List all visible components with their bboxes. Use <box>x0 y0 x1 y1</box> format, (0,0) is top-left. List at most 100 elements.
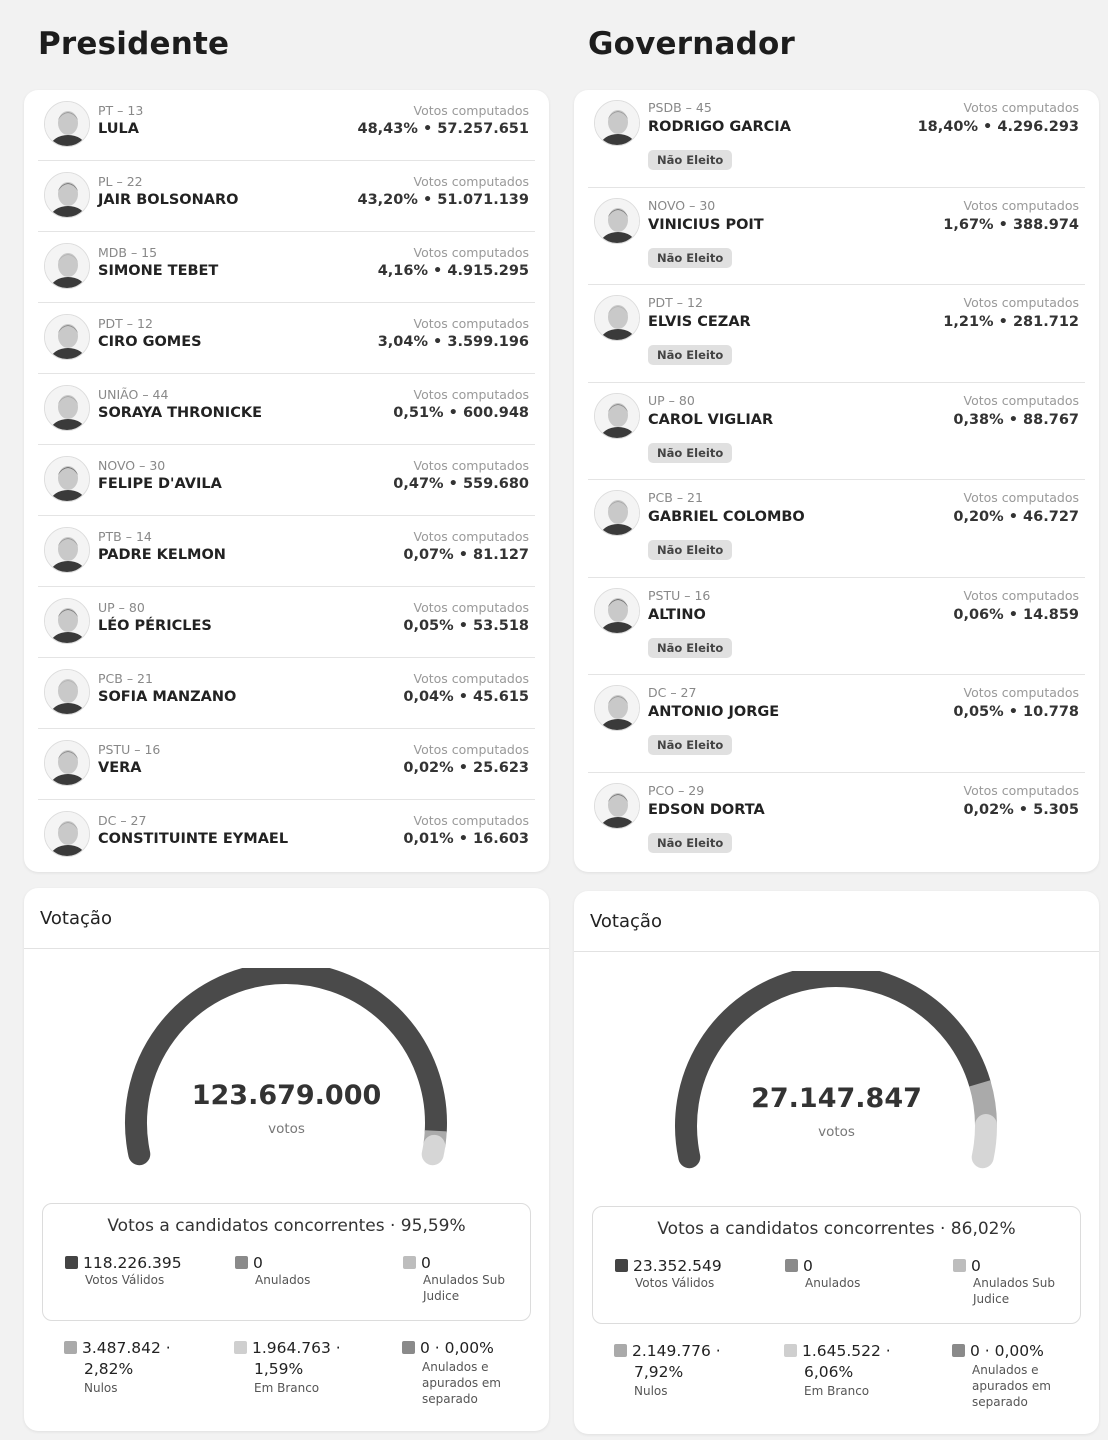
stat-label: Votos Válidos <box>85 1273 165 1287</box>
candidate-party: UNIÃO – 44 <box>98 387 169 402</box>
candidate-row[interactable]: PDT – 12 CIRO GOMES Votos computados 3,04% … <box>38 303 535 374</box>
stat-value: 1.645.522 · <box>802 1342 891 1360</box>
candidate-row[interactable]: NOVO – 30 FELIPE D'AVILA Votos computados 0… <box>38 445 535 516</box>
status-badge: Não Eleito <box>648 150 733 170</box>
stat-label: Em Branco <box>804 1384 870 1398</box>
stat-label: Nulos <box>634 1384 668 1398</box>
votes-label: Votos computados <box>963 782 1079 798</box>
stat-item: 118.226.395 Votos Válidos <box>65 1254 182 1288</box>
votes-label: Votos computados <box>413 813 529 828</box>
candidate-row[interactable]: UP – 80 LÉO PÉRICLES Votos computados 0,05%… <box>38 587 535 658</box>
candidate-party: PSDB – 45 <box>648 100 712 115</box>
candidate-party: PTB – 14 <box>98 529 152 544</box>
stat-percent: 6,06% <box>804 1363 854 1381</box>
stat-value: 3.487.842 · <box>82 1339 171 1357</box>
candidate-votes: 43,20% • 51.071.139 <box>357 192 530 208</box>
candidate-party: DC – 27 <box>648 685 697 700</box>
legend-swatch <box>952 1344 965 1357</box>
candidate-party: NOVO – 30 <box>98 458 166 473</box>
presidente-column: Presidente PT – 13 LULA Votos computados 48… <box>24 0 549 872</box>
candidate-name: JAIR BOLSONARO <box>98 192 239 208</box>
candidate-name: LULA <box>98 121 139 137</box>
stat-item: 0 · 0,00% Anulados e apurados em separado <box>952 1341 1062 1410</box>
status-badge: Não Eleito <box>648 832 733 853</box>
status-badge: Não Eleito <box>648 442 733 463</box>
votes-label: Votos computados <box>963 685 1079 700</box>
candidate-row[interactable]: PSTU – 16 VERA Votos computados 0,02% • 25.… <box>38 729 535 800</box>
legend-swatch <box>64 1341 77 1354</box>
candidate-votes: 3,04% • 3.599.196 <box>377 334 529 350</box>
candidate-row[interactable]: PL – 22 JAIR BOLSONARO Votos computados 43,… <box>38 161 535 232</box>
candidate-name: CIRO GOMES <box>98 334 202 350</box>
votes-gauge <box>125 968 447 1166</box>
candidate-votes: 0,04% • 45.615 <box>403 689 529 705</box>
candidate-votes: 0,05% • 53.518 <box>403 618 529 634</box>
candidate-name: ELVIS CEZAR <box>648 314 751 330</box>
votes-label: Votos computados <box>413 458 529 473</box>
stat-item: 0 Anulados <box>235 1254 345 1288</box>
stat-value: 0 · 0,00% <box>970 1342 1044 1360</box>
candidate-row[interactable]: UP – 80 CAROL VIGLIAR Votos computados 0,38… <box>588 383 1085 480</box>
legend-swatch <box>953 1259 966 1272</box>
candidate-party: NOVO – 30 <box>648 197 716 213</box>
candidate-name: EDSON DORTA <box>648 801 765 818</box>
total-votes-unit: votos <box>268 1121 305 1137</box>
votes-label: Votos computados <box>413 316 529 331</box>
candidate-row[interactable]: PCO – 29 EDSON DORTA Votos computados 0,02%… <box>588 773 1085 871</box>
votes-label: Votos computados <box>963 100 1079 115</box>
gauge-branco-segment <box>421 1134 446 1166</box>
candidate-votes: 0,01% • 16.603 <box>403 831 529 847</box>
votes-label: Votos computados <box>413 600 529 615</box>
candidate-row[interactable]: PSDB – 45 RODRIGO GARCIA Votos computados 1… <box>588 90 1085 188</box>
candidate-name: RODRIGO GARCIA <box>648 119 791 135</box>
candidate-name: SIMONE TEBET <box>98 263 219 279</box>
candidate-row[interactable]: PSTU – 16 ALTINO Votos computados 0,06% • 1… <box>588 578 1085 675</box>
stat-item: 0 Anulados <box>785 1257 895 1291</box>
legend-swatch <box>402 1341 415 1354</box>
stat-item: 0 · 0,00% Anulados e apurados em separado <box>402 1338 512 1407</box>
valid-votes-box: Votos a candidatos concorrentes · 95,59%… <box>42 1203 531 1321</box>
candidate-avatar-icon <box>44 314 90 360</box>
candidate-row[interactable]: MDB – 15 SIMONE TEBET Votos computados 4,16… <box>38 232 535 303</box>
candidate-row[interactable]: PTB – 14 PADRE KELMON Votos computados 0,07… <box>38 516 535 587</box>
governador-votacao-card: Votação 27.147.847 votos Votos a candidatos… <box>574 891 1099 1434</box>
votes-label: Votos computados <box>413 742 529 757</box>
votes-label: Votos computados <box>413 671 529 686</box>
votes-label: Votos computados <box>963 587 1079 603</box>
votes-gauge <box>675 971 997 1169</box>
candidate-row[interactable]: PDT – 12 ELVIS CEZAR Votos computados 1,21%… <box>588 285 1085 383</box>
candidate-row[interactable]: PCB – 21 GABRIEL COLOMBO Votos computados 0… <box>588 480 1085 578</box>
candidate-row[interactable]: DC – 27 ANTONIO JORGE Votos computados 0,05… <box>588 675 1085 773</box>
legend-swatch <box>65 1256 78 1269</box>
candidate-party: UP – 80 <box>98 600 145 615</box>
stat-label: Anulados Sub Judice <box>973 1276 1055 1306</box>
candidate-votes: 0,38% • 88.767 <box>953 411 1079 428</box>
candidate-party: DC – 27 <box>98 813 147 828</box>
legend-swatch <box>785 1259 798 1272</box>
candidate-row[interactable]: PT – 13 LULA Votos computados 48,43% • 57.2… <box>38 90 535 161</box>
candidate-row[interactable]: PCB – 21 SOFIA MANZANO Votos computados 0,0… <box>38 658 535 729</box>
votes-label: Votos computados <box>413 529 529 544</box>
status-badge: Não Eleito <box>648 247 733 268</box>
votes-label: Votos computados <box>413 103 529 118</box>
candidate-name: SORAYA THRONICKE <box>98 405 262 421</box>
candidate-votes: 18,40% • 4.296.293 <box>917 119 1079 135</box>
total-votes: 27.147.847 <box>751 1083 922 1114</box>
votes-label: Votos computados <box>963 392 1079 408</box>
stat-percent: 1,59% <box>254 1360 304 1378</box>
candidate-avatar-icon <box>44 598 90 644</box>
candidate-avatar-icon <box>594 100 640 146</box>
candidate-votes: 4,16% • 4.915.295 <box>377 263 529 279</box>
legend-swatch <box>614 1344 627 1357</box>
candidate-votes: 0,02% • 25.623 <box>403 760 529 776</box>
candidate-party: PDT – 12 <box>648 295 703 310</box>
candidate-name: CAROL VIGLIAR <box>648 411 774 428</box>
candidate-party: UP – 80 <box>648 392 695 408</box>
candidate-row[interactable]: NOVO – 30 VINICIUS POIT Votos computados 1,… <box>588 188 1085 285</box>
total-votes-unit: votos <box>818 1124 855 1140</box>
candidate-avatar-icon <box>44 385 90 431</box>
candidate-row[interactable]: UNIÃO – 44 SORAYA THRONICKE Votos computad… <box>38 374 535 445</box>
candidate-votes: 0,07% • 81.127 <box>403 547 529 563</box>
valid-votes-box: Votos a candidatos concorrentes · 86,02%… <box>592 1206 1081 1324</box>
candidate-row[interactable]: DC – 27 CONSTITUINTE EYMAEL Votos computad… <box>38 800 535 871</box>
